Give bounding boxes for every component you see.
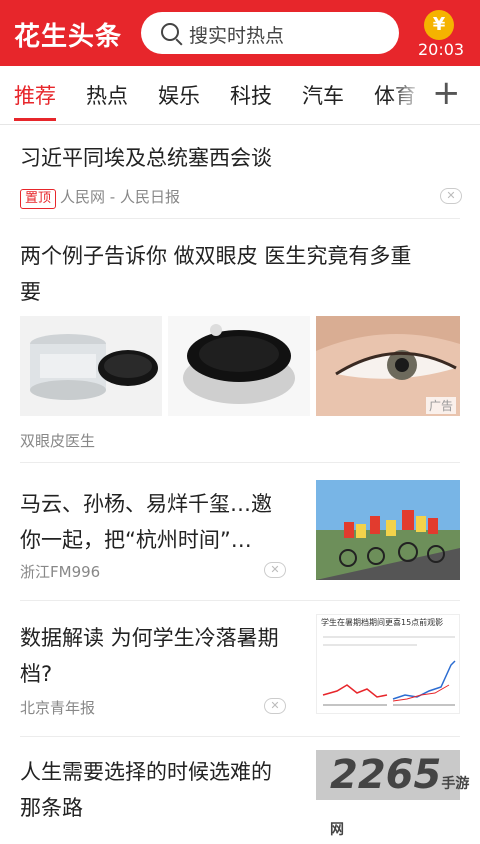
- article-title[interactable]: 数据解读 为何学生冷落暑期 档?: [20, 620, 279, 692]
- dismiss-icon[interactable]: ✕: [264, 698, 286, 714]
- dismiss-icon[interactable]: ✕: [440, 188, 462, 204]
- thumbnail-eye-gel-jar[interactable]: [20, 316, 162, 416]
- divider: [20, 600, 460, 601]
- article-source: 人民网 - 人民日报: [60, 188, 180, 206]
- coin-icon[interactable]: ¥: [424, 10, 454, 40]
- tab-hot[interactable]: 热点: [86, 80, 128, 110]
- divider: [20, 462, 460, 463]
- dismiss-icon[interactable]: ✕: [264, 562, 286, 578]
- thumbnail-chart[interactable]: 学生在暑期档期间更喜15点前观影: [316, 614, 460, 714]
- tab-auto[interactable]: 汽车: [302, 80, 344, 110]
- article-meta: 置顶 人民网 - 人民日报: [20, 186, 180, 209]
- add-channel-icon[interactable]: +: [432, 76, 461, 110]
- top-bar: 花生头条 搜实时热点 ¥ 20:03: [0, 0, 480, 66]
- ad-label: 广告: [425, 397, 456, 414]
- divider: [20, 218, 460, 219]
- thumbnail-eye[interactable]: 广告: [316, 316, 460, 416]
- thumbnail-cyclists[interactable]: [316, 480, 460, 580]
- search-icon: [161, 23, 179, 41]
- article-title[interactable]: 两个例子告诉你 做双眼皮 医生究竟有多重 要: [20, 238, 411, 310]
- tab-recommend[interactable]: 推荐: [14, 80, 56, 121]
- pinned-badge: 置顶: [20, 189, 57, 209]
- tab-fade: [390, 66, 424, 124]
- category-tabs: 推荐 热点 娱乐 科技 汽车 体育 +: [0, 66, 480, 125]
- article-title[interactable]: 人生需要选择的时候选难的 那条路: [20, 754, 272, 826]
- search-input[interactable]: 搜实时热点: [141, 12, 399, 54]
- tab-tech[interactable]: 科技: [230, 80, 272, 110]
- app-logo: 花生头条: [14, 22, 123, 52]
- watermark-logo: 2265手游网: [330, 752, 470, 838]
- article-title[interactable]: 习近平同埃及总统塞西会谈: [20, 140, 272, 176]
- divider: [20, 736, 460, 737]
- tab-entertainment[interactable]: 娱乐: [158, 80, 200, 110]
- article-source: 北京青年报: [20, 699, 96, 717]
- article-source: 浙江FM996: [20, 563, 101, 581]
- article-title[interactable]: 马云、孙杨、易烊千玺…邀 你一起，把“杭州时间”…: [20, 486, 272, 558]
- article-source: 双眼皮医生: [20, 432, 96, 450]
- thumbnail-eye-gel-lid[interactable]: [168, 316, 310, 416]
- search-placeholder: 搜实时热点: [189, 25, 285, 47]
- timer-label: 20:03: [418, 40, 465, 59]
